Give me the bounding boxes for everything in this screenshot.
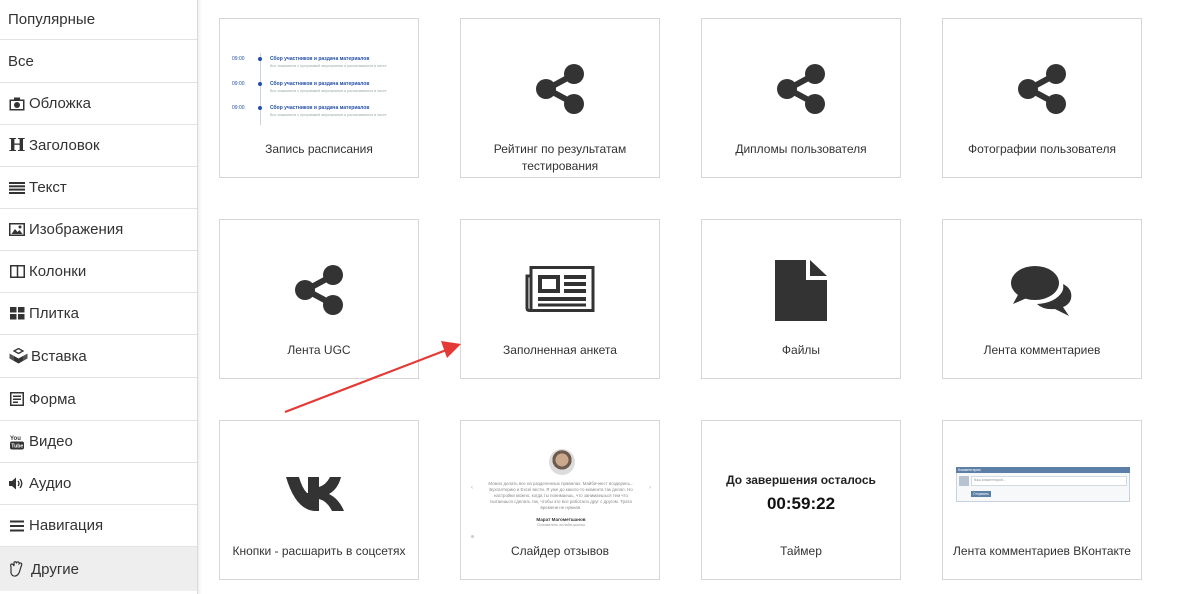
arrow-head	[441, 341, 461, 358]
arrow-shaft	[284, 347, 450, 414]
annotation-arrow	[284, 341, 461, 414]
